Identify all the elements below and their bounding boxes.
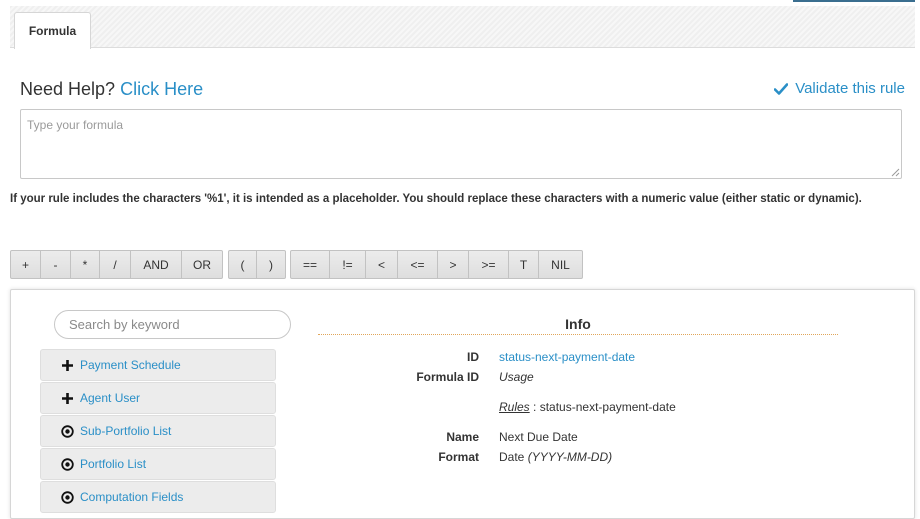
- help-line: Need Help? Click Here: [20, 79, 203, 100]
- plus-icon[interactable]: [61, 359, 74, 372]
- checkmark-icon: [774, 82, 789, 95]
- validate-label: Validate this rule: [795, 80, 905, 97]
- tree-item-label: Agent User: [80, 391, 141, 405]
- tab-formula[interactable]: Formula: [14, 12, 91, 49]
- id-value[interactable]: status-next-payment-date: [499, 350, 635, 364]
- op-equal-button[interactable]: ==: [290, 250, 330, 279]
- tree-item-portfolio-list[interactable]: Portfolio List: [40, 448, 276, 480]
- plus-icon[interactable]: [61, 392, 74, 405]
- op-less-equal-button[interactable]: <=: [398, 250, 438, 279]
- op-open-paren-button[interactable]: (: [228, 250, 257, 279]
- rules-label: Rules: [499, 400, 530, 414]
- format-pattern: (YYYY-MM-DD): [527, 450, 613, 464]
- info-title: Info: [318, 316, 838, 335]
- arith-operator-group: + - * / AND OR: [10, 250, 223, 279]
- target-icon[interactable]: [61, 424, 74, 438]
- format-value: Date (YYYY-MM-DD): [499, 450, 612, 464]
- tree-item-label: Sub-Portfolio List: [80, 424, 172, 438]
- paren-operator-group: ( ): [228, 250, 286, 279]
- target-icon[interactable]: [61, 457, 74, 471]
- target-icon[interactable]: [61, 490, 74, 504]
- op-plus-button[interactable]: +: [10, 250, 41, 279]
- tree-item-label: Computation Fields: [80, 490, 184, 504]
- format-label: Format: [438, 450, 479, 464]
- usage-value: Usage: [499, 370, 534, 384]
- op-multiply-button[interactable]: *: [71, 250, 100, 279]
- help-prefix: Need Help?: [20, 79, 116, 99]
- formula-input[interactable]: [20, 109, 902, 179]
- op-or-button[interactable]: OR: [182, 250, 223, 279]
- keyword-search-input[interactable]: [54, 310, 291, 339]
- rules-separator: :: [529, 400, 540, 414]
- op-close-paren-button[interactable]: ): [257, 250, 286, 279]
- usage-text: Usage: [499, 370, 534, 384]
- rules-line: Rules : status-next-payment-date: [499, 400, 676, 414]
- tree-item-label: Portfolio List: [80, 457, 147, 471]
- op-greater-equal-button[interactable]: >=: [469, 250, 509, 279]
- compare-operator-group: == != < <= > >= T NIL: [290, 250, 583, 279]
- op-not-equal-button[interactable]: !=: [330, 250, 366, 279]
- op-divide-button[interactable]: /: [100, 250, 131, 279]
- help-link[interactable]: Click Here: [120, 79, 203, 99]
- tree-item-payment-schedule[interactable]: Payment Schedule: [40, 349, 276, 381]
- tree-item-sub-portfolio-list[interactable]: Sub-Portfolio List: [40, 415, 276, 447]
- formula-id-label: Formula ID: [416, 370, 479, 384]
- op-greater-button[interactable]: >: [438, 250, 469, 279]
- tab-bar: Formula: [10, 6, 915, 49]
- tree-item-label: Payment Schedule: [80, 358, 181, 372]
- resize-grip-icon[interactable]: [891, 168, 900, 177]
- rules-value: status-next-payment-date: [539, 400, 676, 414]
- op-minus-button[interactable]: -: [41, 250, 71, 279]
- name-label: Name: [446, 430, 479, 444]
- tree-item-computation-fields[interactable]: Computation Fields: [40, 481, 276, 513]
- format-type: Date: [499, 450, 525, 464]
- id-label: ID: [467, 350, 479, 364]
- name-value: Next Due Date: [499, 430, 578, 444]
- top-accent-bar: [793, 0, 915, 2]
- tree-item-agent-user[interactable]: Agent User: [40, 382, 276, 414]
- placeholder-note: If your rule includes the characters '%1…: [10, 193, 862, 205]
- op-and-button[interactable]: AND: [131, 250, 182, 279]
- op-true-button[interactable]: T: [509, 250, 539, 279]
- op-less-button[interactable]: <: [366, 250, 398, 279]
- op-nil-button[interactable]: NIL: [539, 250, 583, 279]
- validate-rule-button[interactable]: Validate this rule: [774, 80, 905, 97]
